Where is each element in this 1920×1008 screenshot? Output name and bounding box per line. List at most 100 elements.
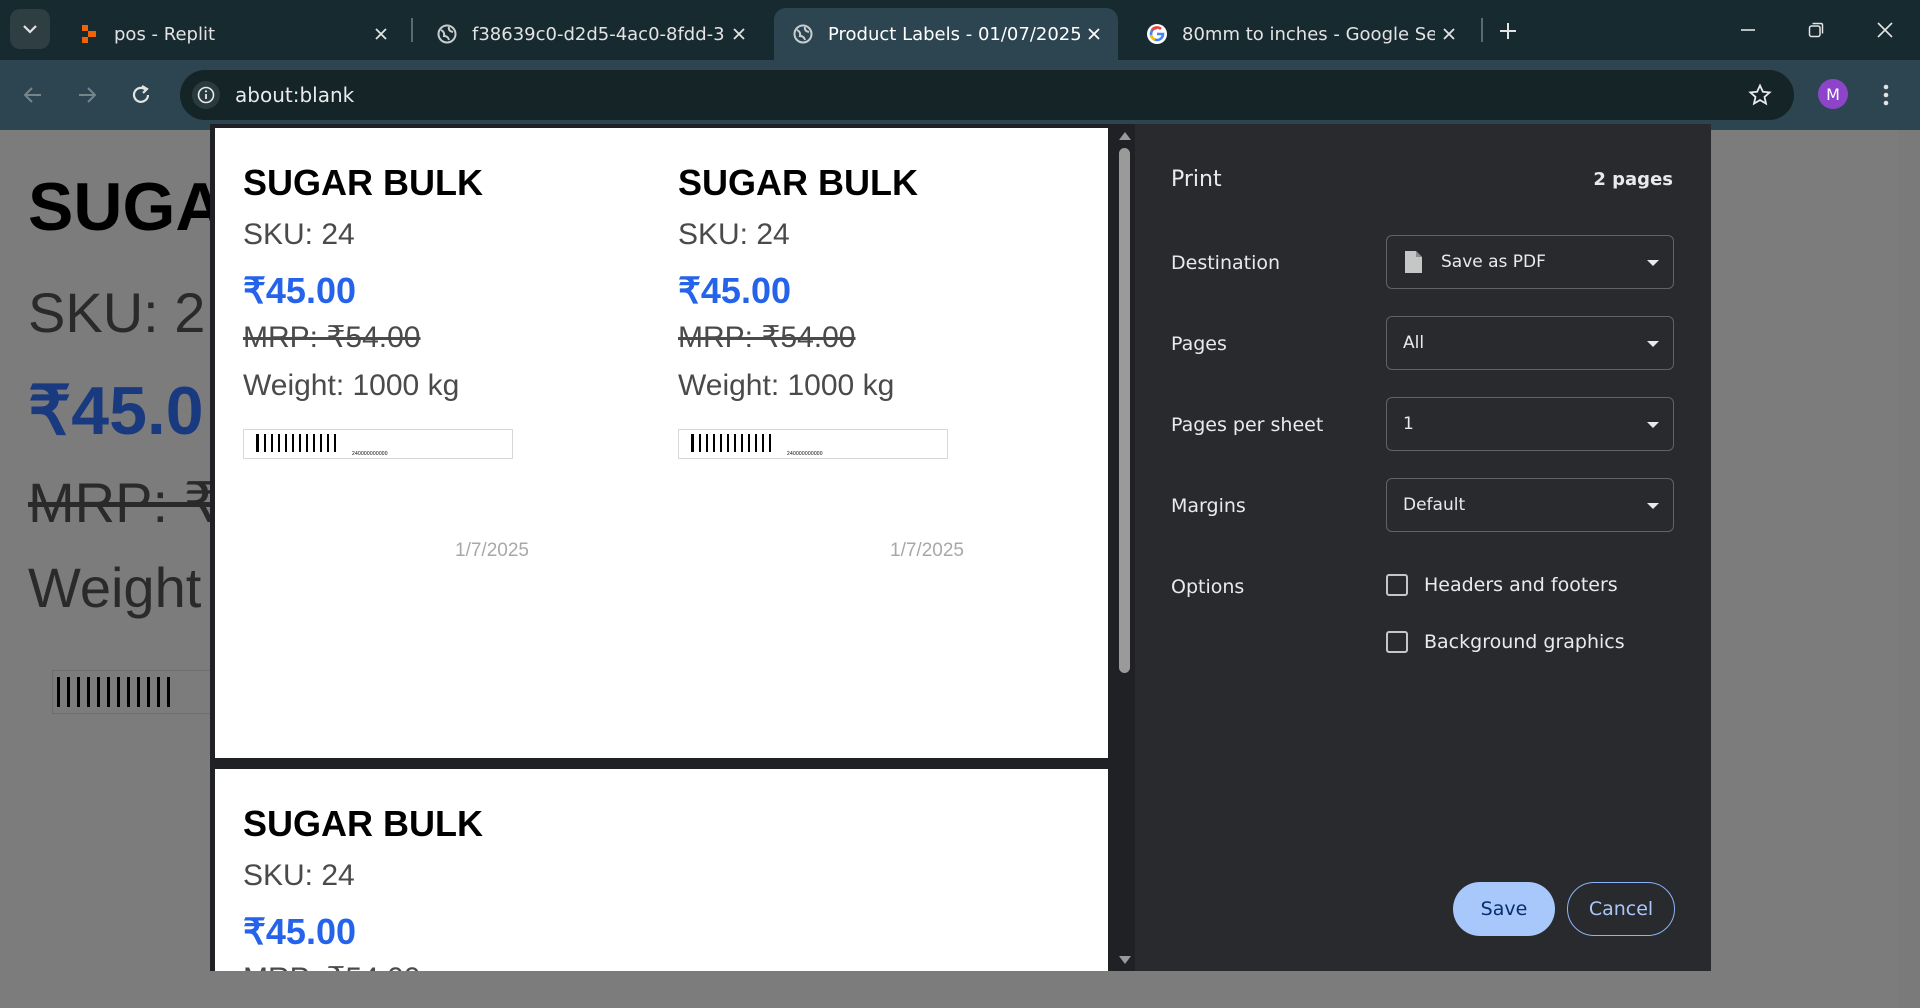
- close-tab-icon[interactable]: [367, 20, 395, 48]
- label-sku: SKU: 24: [678, 218, 790, 251]
- back-button[interactable]: [14, 76, 52, 114]
- product-sku: SKU: 2: [28, 281, 206, 344]
- margins-label: Margins: [1171, 495, 1246, 517]
- globe-icon: [792, 23, 814, 45]
- scroll-up-icon[interactable]: [1119, 132, 1131, 140]
- save-button[interactable]: Save: [1453, 882, 1555, 936]
- print-title: Print: [1171, 167, 1222, 192]
- print-settings-panel: Print 2 pages Destination Save as PDF Pa…: [1135, 124, 1711, 971]
- bookmark-star-icon[interactable]: [1746, 81, 1774, 109]
- print-preview: SUGAR BULK SKU: 24 ₹45.00 MRP: ₹54.00 We…: [210, 124, 1135, 971]
- document-icon: [1405, 251, 1422, 273]
- tab-replit[interactable]: pos - Replit: [60, 8, 405, 60]
- close-tab-icon[interactable]: [1435, 20, 1463, 48]
- minimize-button[interactable]: [1725, 12, 1771, 48]
- label-mrp: MRP: ₹54.00: [678, 321, 856, 354]
- pages-select[interactable]: All: [1386, 316, 1674, 370]
- label-weight: Weight: 1000 kg: [243, 369, 460, 402]
- barcode-digits: 240000000000: [352, 451, 388, 457]
- checkbox-box[interactable]: [1386, 574, 1408, 596]
- label-name: SUGAR BULK: [678, 162, 918, 203]
- close-window-button[interactable]: [1862, 12, 1908, 48]
- headers-footers-label: Headers and footers: [1424, 574, 1618, 596]
- destination-label: Destination: [1171, 252, 1281, 274]
- product-mrp: MRP: ₹: [28, 471, 220, 534]
- destination-value: Save as PDF: [1441, 252, 1546, 272]
- label-date: 1/7/2025: [455, 540, 529, 561]
- profile-avatar[interactable]: M: [1818, 79, 1848, 109]
- pages-value: All: [1403, 333, 1425, 353]
- label-sku: SKU: 24: [243, 218, 355, 251]
- tab-google-search[interactable]: 80mm to inches - Google Searc: [1128, 8, 1473, 60]
- scrollbar-thumb[interactable]: [1119, 148, 1130, 673]
- tab-search-button[interactable]: [10, 9, 50, 49]
- destination-select[interactable]: Save as PDF: [1386, 235, 1674, 289]
- browser-menu-icon[interactable]: [1874, 77, 1898, 113]
- chevron-down-icon: [1647, 422, 1659, 428]
- chevron-down-icon: [23, 25, 37, 34]
- site-info-icon[interactable]: [192, 81, 220, 109]
- restore-button[interactable]: [1793, 12, 1839, 48]
- background-graphics-label: Background graphics: [1424, 631, 1625, 653]
- page-scrollbar[interactable]: [1898, 130, 1920, 1008]
- restore-icon: [1808, 22, 1824, 38]
- chevron-down-icon: [1647, 503, 1659, 509]
- plus-icon: [1500, 23, 1516, 39]
- pages-per-sheet-select[interactable]: 1: [1386, 397, 1674, 451]
- chevron-down-icon: [1647, 260, 1659, 266]
- label-date: 1/7/2025: [890, 540, 964, 561]
- replit-icon: [78, 23, 100, 45]
- preview-scrollbar[interactable]: [1115, 124, 1135, 971]
- barcode: 240000000000: [678, 429, 948, 459]
- label-price: ₹45.00: [678, 270, 791, 311]
- product-weight: Weight: [28, 556, 202, 619]
- scroll-down-icon[interactable]: [1119, 956, 1131, 964]
- label-sku: SKU: 24: [243, 859, 355, 892]
- margins-select[interactable]: Default: [1386, 478, 1674, 532]
- address-url[interactable]: about:blank: [235, 83, 354, 107]
- cancel-button[interactable]: Cancel: [1567, 882, 1675, 936]
- background-graphics-checkbox[interactable]: Background graphics: [1386, 631, 1625, 653]
- page-count: 2 pages: [1593, 169, 1673, 190]
- pages-per-sheet-label: Pages per sheet: [1171, 414, 1324, 436]
- minimize-icon: [1741, 29, 1755, 31]
- label-mrp: MRP: ₹54.00: [243, 961, 421, 971]
- reload-button[interactable]: [122, 76, 160, 114]
- barcode-digits: 240000000000: [787, 451, 823, 457]
- label-price: ₹45.00: [243, 270, 356, 311]
- barcode-bars: [691, 434, 776, 452]
- label-price: ₹45.00: [243, 911, 356, 952]
- globe-icon: [436, 23, 458, 45]
- tab-title: Product Labels - 01/07/2025: [828, 23, 1080, 45]
- close-tab-icon[interactable]: [725, 20, 753, 48]
- product-name: SUGA: [28, 169, 225, 245]
- back-arrow-icon: [23, 87, 41, 103]
- barcode: [52, 670, 222, 714]
- forward-arrow-icon: [79, 87, 97, 103]
- forward-button[interactable]: [68, 76, 106, 114]
- barcode: 240000000000: [243, 429, 513, 459]
- label-name: SUGAR BULK: [243, 162, 483, 203]
- close-tab-icon[interactable]: [1080, 20, 1108, 48]
- preview-page-1: SUGAR BULK SKU: 24 ₹45.00 MRP: ₹54.00 We…: [215, 128, 1108, 758]
- label-mrp: MRP: ₹54.00: [243, 321, 421, 354]
- new-tab-button[interactable]: [1493, 16, 1523, 46]
- address-bar[interactable]: about:blank: [180, 70, 1794, 120]
- options-label: Options: [1171, 576, 1245, 598]
- label-name: SUGAR BULK: [243, 803, 483, 844]
- tab-separator: [411, 18, 413, 42]
- tab-product-labels[interactable]: Product Labels - 01/07/2025: [774, 8, 1118, 60]
- pages-per-sheet-value: 1: [1403, 414, 1414, 434]
- barcode-bars: [256, 434, 341, 452]
- tab-strip: pos - Replit f38639c0-d2d5-4ac0-8fdd-396…: [0, 0, 1920, 60]
- tab-title: 80mm to inches - Google Searc: [1182, 23, 1435, 45]
- checkbox-box[interactable]: [1386, 631, 1408, 653]
- product-price: ₹45.0: [28, 373, 204, 449]
- tab-title: pos - Replit: [114, 23, 216, 45]
- tab-title: f38639c0-d2d5-4ac0-8fdd-3968: [472, 23, 725, 45]
- tab-uuid[interactable]: f38639c0-d2d5-4ac0-8fdd-3968: [418, 8, 763, 60]
- chevron-down-icon: [1647, 341, 1659, 347]
- headers-footers-checkbox[interactable]: Headers and footers: [1386, 574, 1618, 596]
- tab-separator: [1481, 18, 1483, 42]
- reload-icon: [132, 85, 150, 103]
